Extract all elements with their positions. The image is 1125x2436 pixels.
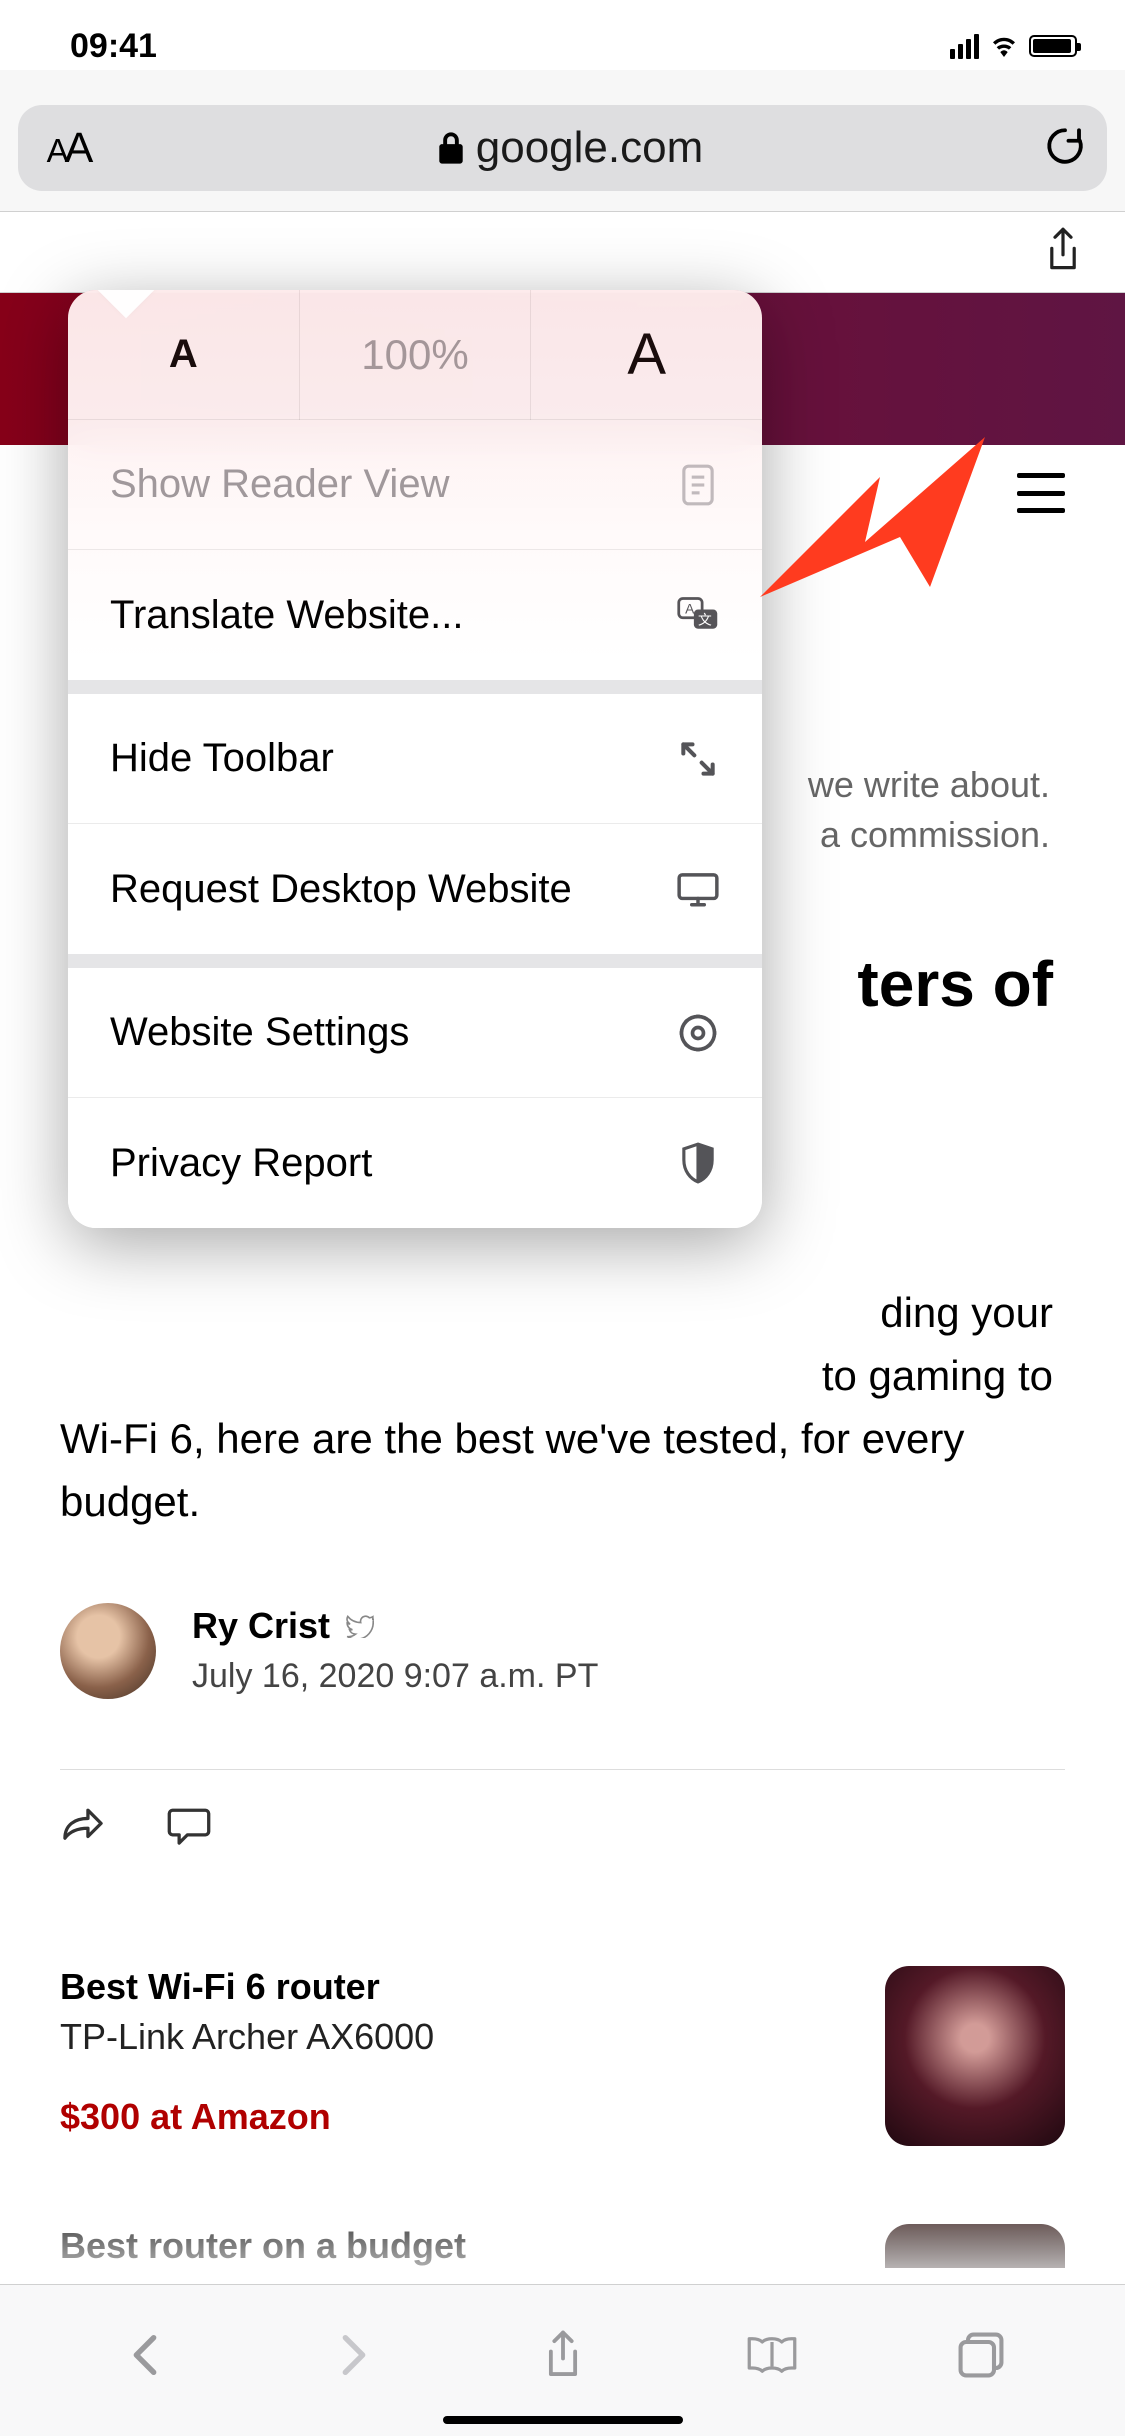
home-indicator[interactable] bbox=[443, 2416, 683, 2424]
address-bar[interactable]: AA google.com bbox=[18, 105, 1107, 191]
product-thumbnail bbox=[885, 2224, 1065, 2268]
byline: Ry Crist July 16, 2020 9:07 a.m. PT bbox=[60, 1533, 1065, 1749]
translate-icon: A文 bbox=[676, 593, 720, 637]
product-title: Best router on a budget bbox=[60, 2225, 466, 2267]
tabs-button[interactable] bbox=[955, 2329, 1007, 2381]
divider bbox=[60, 1769, 1065, 1770]
product-name: TP-Link Archer AX6000 bbox=[60, 2008, 434, 2058]
status-indicators bbox=[950, 34, 1095, 59]
zoom-out-button[interactable]: A bbox=[68, 290, 300, 420]
shield-icon bbox=[676, 1141, 720, 1185]
product-card-2[interactable]: Best router on a budget bbox=[60, 2146, 1065, 2268]
author-name[interactable]: Ry Crist bbox=[192, 1605, 374, 1647]
battery-icon bbox=[1029, 35, 1077, 57]
gear-icon bbox=[676, 1011, 720, 1055]
twitter-icon[interactable] bbox=[346, 1614, 374, 1638]
url-display[interactable]: google.com bbox=[118, 123, 1023, 173]
translate-item[interactable]: Translate Website... A文 bbox=[68, 550, 762, 680]
product-price[interactable]: $300 at Amazon bbox=[60, 2058, 434, 2138]
share-icon[interactable] bbox=[1043, 226, 1083, 274]
svg-text:文: 文 bbox=[698, 613, 712, 628]
lock-icon bbox=[438, 131, 464, 165]
domain-text: google.com bbox=[476, 123, 703, 173]
comment-icon[interactable] bbox=[166, 1804, 212, 1846]
status-time: 09:41 bbox=[30, 27, 157, 66]
desktop-icon bbox=[676, 867, 720, 911]
share-button[interactable] bbox=[537, 2329, 589, 2381]
reload-icon bbox=[1044, 125, 1086, 167]
avatar bbox=[60, 1603, 156, 1699]
cellular-icon bbox=[950, 34, 979, 59]
hide-toolbar-item[interactable]: Hide Toolbar bbox=[68, 694, 762, 824]
reader-view-item: Show Reader View bbox=[68, 420, 762, 550]
expand-icon bbox=[676, 737, 720, 781]
product-card-1[interactable]: Best Wi-Fi 6 router TP-Link Archer AX600… bbox=[60, 1846, 1065, 2146]
desktop-site-item[interactable]: Request Desktop Website bbox=[68, 824, 762, 954]
menu-button[interactable] bbox=[1017, 473, 1065, 513]
page-toolbar bbox=[0, 211, 1125, 293]
text-size-button[interactable]: AA bbox=[18, 124, 118, 173]
share-arrow-icon[interactable] bbox=[60, 1804, 106, 1846]
forward-button[interactable] bbox=[328, 2329, 380, 2381]
reader-icon bbox=[676, 463, 720, 507]
wifi-icon bbox=[989, 35, 1019, 57]
publish-date: July 16, 2020 9:07 a.m. PT bbox=[192, 1647, 598, 1696]
browser-chrome: AA google.com bbox=[0, 70, 1125, 211]
zoom-in-button[interactable]: A bbox=[531, 290, 762, 420]
privacy-report-item[interactable]: Privacy Report bbox=[68, 1098, 762, 1228]
reload-button[interactable] bbox=[1023, 125, 1107, 172]
zoom-level[interactable]: 100% bbox=[300, 290, 532, 420]
browser-toolbar bbox=[0, 2284, 1125, 2436]
status-bar: 09:41 bbox=[0, 0, 1125, 70]
product-thumbnail bbox=[885, 1966, 1065, 2146]
article-actions bbox=[60, 1798, 1065, 1846]
back-button[interactable] bbox=[119, 2329, 171, 2381]
text-size-popover: A 100% A Show Reader View Translate Webs… bbox=[68, 290, 762, 1228]
product-title: Best Wi-Fi 6 router bbox=[60, 1966, 434, 2008]
website-settings-item[interactable]: Website Settings bbox=[68, 968, 762, 1098]
bookmarks-button[interactable] bbox=[746, 2329, 798, 2381]
svg-text:A: A bbox=[685, 602, 695, 617]
screen: 09:41 AA google.com we write about. bbox=[0, 0, 1125, 2436]
